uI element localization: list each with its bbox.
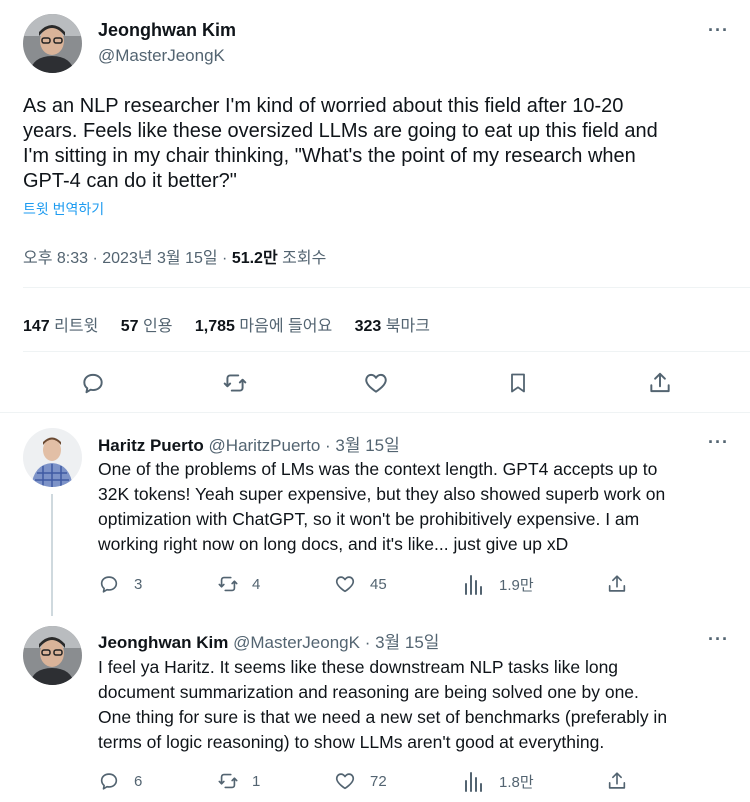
reply-retweet-button[interactable]: 1 [216,770,260,792]
share-icon [650,372,670,393]
author-name[interactable]: Jeonghwan Kim [98,20,236,41]
reply-like-button[interactable]: 45 [334,573,387,595]
likes-count: 1,785 [194,318,235,335]
reply-retweet-button[interactable]: 4 [216,573,260,595]
reply-text-line: One thing for sure is that we need a new… [98,707,668,727]
quotes-stat[interactable]: 57 인용 [121,318,173,335]
retweet-icon [223,374,247,392]
views-count: 51.2만 [231,250,278,267]
quotes-count: 57 [120,318,139,335]
reply-icon [83,373,103,394]
views-chart-icon [465,575,482,595]
retweet-icon [218,576,238,592]
views-count: 1.9만 [499,576,534,594]
tweet-text-line: I'm sitting in my chair thinking, "What'… [23,145,636,167]
views-label: 조회수 [277,250,327,267]
retweets-count: 1 [252,772,261,790]
share-icon [608,575,626,592]
replies-count: 6 [134,772,143,790]
reply-icon [100,576,118,593]
likes-label: 마음에 들어요 [234,318,333,335]
reply-button[interactable] [80,370,106,396]
reply-reply-button[interactable]: 6 [98,770,142,792]
reply-reply-button[interactable]: 3 [98,573,142,595]
bookmarks-stat[interactable]: 323 북마크 [355,318,430,335]
tweet-text-line: years. Feels like these oversized LLMs a… [23,120,658,142]
reply-author-name[interactable]: Jeonghwan Kim [98,633,228,652]
reply-author-name[interactable]: Haritz Puerto [98,436,204,455]
retweet-button[interactable] [221,370,249,396]
bookmarks-label: 북마크 [381,318,430,335]
retweet-icon [218,773,238,789]
retweets-label: 리트윗 [49,318,99,335]
reply-header: Jeonghwan Kim @MasterJeongK · 3월 15일 [98,628,439,653]
reply-views-button[interactable]: 1.8만 [463,770,534,792]
retweets-count: 4 [252,575,261,593]
likes-count: 45 [370,575,387,593]
timestamp[interactable]: 오후 8:33 · 2023년 3월 15일 · [23,250,232,267]
bookmarks-count: 323 [354,318,382,335]
quotes-label: 인용 [138,318,173,335]
bookmark-icon [511,373,525,393]
tweet-text-line: GPT-4 can do it better?" [23,170,237,192]
like-button[interactable] [363,370,389,396]
reply-avatar[interactable] [23,428,82,487]
reply-text-line: optimization with ChatGPT, so it won't b… [98,509,640,529]
retweets-count: 147 [23,318,50,335]
likes-count: 72 [370,772,387,790]
reply-views-button[interactable]: 1.9만 [463,573,534,595]
reply-text-line: 32K tokens! Yeah super expensive, but th… [98,484,666,504]
thread-line [51,494,53,616]
share-icon [608,772,626,789]
heart-icon [365,373,387,393]
more-options-icon[interactable]: ··· [708,432,729,453]
author-handle[interactable]: @MasterJeongK [98,46,225,66]
reply-text-line: document summarization and reasoning are… [98,682,639,702]
heart-icon [335,576,355,593]
views-count: 1.8만 [499,773,534,791]
reply-icon [100,773,118,790]
reply-share-button[interactable] [606,573,628,595]
more-options-icon[interactable]: ··· [708,20,729,41]
tweet-text: As an NLP researcher I'm kind of worried… [23,94,743,194]
likes-stat[interactable]: 1,785 마음에 들어요 [195,318,332,335]
reply-text: I feel ya Haritz. It seems like these do… [98,655,743,755]
tweet-stats: 147 리트윗 57 인용 1,785 마음에 들어요 323 북마크 [23,312,430,336]
reply-text-line: working right now on long docs, and it's… [98,534,569,554]
divider [0,412,750,413]
retweets-stat[interactable]: 147 리트윗 [23,318,98,335]
share-button[interactable] [647,370,673,396]
reply-like-button[interactable]: 72 [334,770,387,792]
reply-text-line: One of the problems of LMs was the conte… [98,459,658,479]
reply-header: Haritz Puerto @HaritzPuerto · 3월 15일 [98,431,400,456]
replies-count: 3 [134,575,143,593]
reply-date[interactable]: · 3월 15일 [320,436,400,455]
more-options-icon[interactable]: ··· [708,629,729,650]
reply-author-handle[interactable]: @HaritzPuerto [209,436,321,455]
divider [23,287,750,288]
reply-avatar[interactable] [23,626,82,685]
author-avatar[interactable] [23,14,82,73]
reply-author-handle[interactable]: @MasterJeongK [233,633,360,652]
tweet-meta: 오후 8:33 · 2023년 3월 15일 · 51.2만 조회수 [23,244,326,268]
bookmark-button[interactable] [506,370,530,396]
divider [23,351,750,352]
reply-text: One of the problems of LMs was the conte… [98,457,743,557]
reply-date[interactable]: · 3월 15일 [360,633,440,652]
views-chart-icon [465,772,482,792]
tweet-text-line: As an NLP researcher I'm kind of worried… [23,95,624,117]
reply-share-button[interactable] [606,770,628,792]
translate-link[interactable]: 트윗 번역하기 [23,199,104,219]
reply-text-line: terms of logic reasoning) to show LLMs a… [98,732,605,752]
reply-text-line: I feel ya Haritz. It seems like these do… [98,657,619,677]
heart-icon [335,773,355,790]
